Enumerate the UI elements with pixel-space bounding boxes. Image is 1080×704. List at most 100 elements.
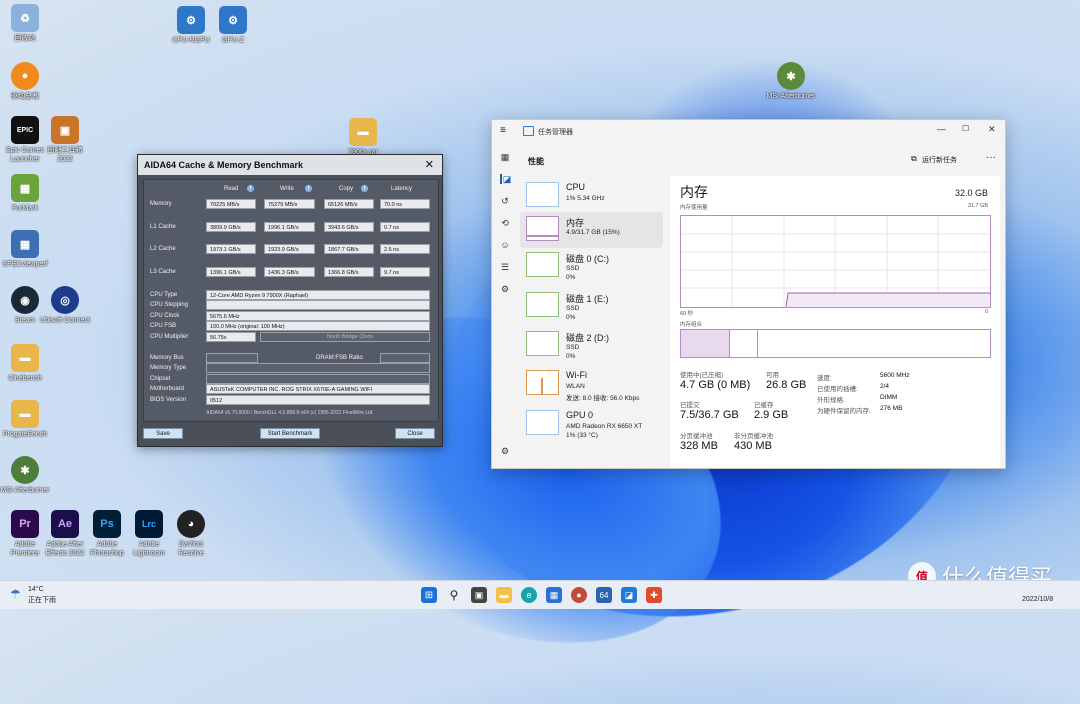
l3-copy: 1366.8 GB/s [324,267,374,277]
paged-value: 328 MB [680,440,718,452]
store-icon[interactable]: ▦ [546,587,562,603]
memory-read: 70225 MB/s [206,199,256,209]
list-item-cpu[interactable]: CPU 1% 5.34 GHz [520,178,663,214]
memory-bus-label: Memory Bus [150,355,184,361]
memory-write: 75279 MB/s [264,199,315,209]
desktop-icon-furmark[interactable]: ▦ FurMark [0,174,50,213]
desktop-icon-davinci[interactable]: ◕ DaVinci Resolve [166,510,216,558]
info-icon[interactable]: i [361,185,368,192]
users-icon[interactable]: ☺ [500,240,510,250]
cpu-stepping-label: CPU Stepping [150,302,189,308]
list-item-gpu[interactable]: GPU 0 AMD Radeon RX 6650 XT 1% (33 °C) [520,406,663,442]
toolbox-icon: ▣ [51,116,79,144]
processes-icon[interactable]: ▦ [500,152,510,162]
startup-icon[interactable]: ⟲ [500,218,510,228]
cpu-thumbnail [526,182,559,207]
desktop-icon-specviewperf[interactable]: ▦ SPECviewperf [0,230,50,269]
cached-value: 2.9 GB [754,409,789,421]
memory-title: 内存 [680,184,708,200]
run-new-task-button[interactable]: 运行新任务 [922,155,957,165]
committed-label: 已提交 [680,402,700,409]
steam-icon: ◉ [11,286,39,314]
tool-taskbar-icon[interactable]: ✚ [646,587,662,603]
aida64-panel: Read i Write i Copy i Latency Memory 702… [143,179,439,422]
aida64-title: AIDA64 Cache & Memory Benchmark [144,160,304,170]
list-item-memory[interactable]: 内存 4.9/31.7 GB (15%) [520,212,663,248]
memory-type-value [206,363,430,373]
performance-icon[interactable]: ◪ [500,174,512,184]
info-icon[interactable]: i [305,185,312,192]
col-read: Read [224,186,239,192]
edge-icon[interactable]: e [521,587,537,603]
weather-temp[interactable]: 14°C [28,586,44,593]
close-button[interactable]: Close [395,428,435,439]
taskbar-date[interactable]: 2022/10/8 [1022,596,1053,603]
more-options-button[interactable]: ··· [986,152,996,163]
minimize-icon[interactable]: — [937,124,946,134]
aida64-window: AIDA64 Cache & Memory Benchmark ✕ Read i… [137,154,443,447]
dram-fsb-value [380,353,430,363]
l3-latency: 9.7 ns [380,267,430,277]
desktop-icon-toolbox[interactable]: ▣ 图吧工具箱 2022 [40,116,90,164]
l3-write: 1436.3 GB/s [264,267,315,277]
list-item-disk-1[interactable]: 磁盘 1 (E:) SSD 0% [520,288,663,324]
desktop-icon-7900x-folder[interactable]: ▬ 7900x.rar [338,118,388,157]
start-icon[interactable]: ⊞ [421,587,437,603]
desktop-icon-cinebench-folder[interactable]: ▬ Cinebench [0,344,50,383]
save-button[interactable]: Save [143,428,183,439]
speed-label: 速度: [817,375,832,382]
aida64-taskbar-icon[interactable]: 64 [596,587,612,603]
desktop-icon-progate-folder[interactable]: ▬ ProgateBench [0,400,50,439]
list-item-disk-2[interactable]: 磁盘 2 (D:) SSD 0% [520,327,663,363]
disk-thumbnail [526,252,559,277]
info-icon[interactable]: i [247,185,254,192]
settings-icon[interactable]: ⚙ [500,446,510,456]
col-write: Write [280,186,294,192]
maximize-icon[interactable]: ☐ [962,124,969,133]
app-history-icon[interactable]: ↺ [500,196,510,206]
memory-total: 32.0 GB [954,188,988,198]
ubisoft-icon: ◎ [51,286,79,314]
taskmgr-taskbar-icon[interactable]: ◪ [621,587,637,603]
list-item-disk-0[interactable]: 磁盘 0 (C:) SSD 0% [520,248,663,284]
folder-icon: ▬ [349,118,377,146]
l3-read: 1396.1 GB/s [206,267,256,277]
furmark-icon: ▦ [11,174,39,202]
desktop-icon-msi-afterburner[interactable]: ✱ MSI Afterburner [0,456,50,495]
composition-modified [731,330,758,357]
details-icon[interactable]: ☰ [500,262,510,272]
l1-copy: 3943.6 GB/s [324,222,374,232]
col-latency: Latency [391,186,413,192]
desktop-icon-driver-tool[interactable]: ● 驱动总裁 [0,62,50,101]
services-icon[interactable]: ⚙ [500,284,510,294]
reserved-value: 276 MB [880,405,903,412]
committed-value: 7.5/36.7 GB [680,409,739,421]
form-factor-value: DIMM [880,394,898,401]
weather-status[interactable]: 正在下雨 [28,595,56,605]
app-icon[interactable]: ● [571,587,587,603]
desktop-icon-msi-afterburner-top[interactable]: ✱ MSI Afterburner [766,62,816,101]
bios-label: BIOS Version [150,397,187,403]
motherboard-value: ASUSTeK COMPUTER INC. ROG STRIX X670E-A … [206,384,430,394]
start-benchmark-button[interactable]: Start Benchmark [260,428,320,439]
memory-thumbnail [526,216,559,241]
desktop-icon-gpu-z[interactable]: ⚙ GPU-Z [208,6,258,45]
slots-label: 已使用的插槽: [817,386,858,393]
gear-doc-icon: ⚙ [219,6,247,34]
gpu-thumbnail [526,410,559,435]
weather-icon[interactable]: ☂ [10,587,21,601]
hamburger-icon[interactable]: ≡ [500,125,506,136]
list-item-wifi[interactable]: Wi-Fi WLAN 发送: 8.0 接收: 56.0 Kbps [520,366,663,402]
cpu-fsb-label: CPU FSB [150,323,177,329]
time-right: 0 [984,309,988,315]
memory-detail-panel: 内存 32.0 GB 内存使用量 31.7 GB 60 秒 0 内存组合 使用中… [670,176,1000,468]
speed-value: 5600 MHz [880,372,910,379]
aida64-footer: AIDA64 v6.70.6000 / BenchDLL 4.5.868.8-x… [206,410,374,416]
file-explorer-icon[interactable]: ▬ [496,587,512,603]
search-icon[interactable]: ⚲ [446,587,462,603]
desktop-icon-recycle-bin[interactable]: ♻ 回收站 [0,4,50,43]
task-view-icon[interactable]: ▣ [471,587,487,603]
desktop-icon-ubisoft[interactable]: ◎ Ubisoft Connect [40,286,90,325]
close-icon[interactable]: ✕ [425,158,434,171]
close-icon[interactable]: ✕ [988,124,996,135]
